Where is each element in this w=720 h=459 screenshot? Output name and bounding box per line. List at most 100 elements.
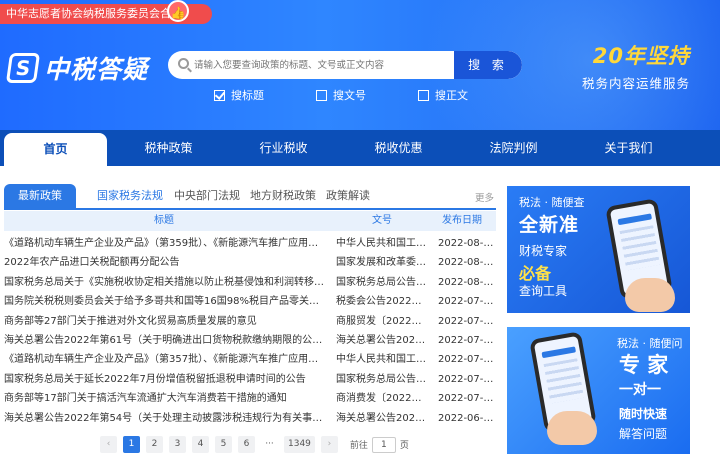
row-title[interactable]: 2022年农产品进口关税配额再分配公告: [4, 253, 326, 272]
logo[interactable]: S 中税答疑: [5, 50, 149, 86]
nav-home[interactable]: 首页: [4, 133, 107, 166]
row-docno: 国家税务总局公告20...: [336, 276, 426, 288]
ad2-line2: 专 家: [619, 353, 669, 377]
policy-tabs: 最新政策 国家税务法规 中央部门法规 地方财税政策 政策解读 更多: [4, 184, 496, 210]
row-title[interactable]: 国家税务总局关于《实施税收协定相关措施以防止税基侵蚀和利润转移的多边...: [4, 273, 326, 292]
check-docno-label: 搜文号: [333, 89, 366, 102]
ad1-line3: 财税专家: [519, 244, 568, 258]
checkbox-checked-icon[interactable]: [214, 89, 225, 101]
table-header: 标题 文号 发布日期: [4, 211, 496, 231]
goto-page-input[interactable]: 1: [371, 436, 396, 453]
row-title[interactable]: 国家税务总局关于延长2022年7月份增值税留抵退税申请时间的公告: [4, 370, 326, 389]
search-input[interactable]: [194, 51, 454, 79]
check-title-label: 搜标题: [231, 89, 264, 102]
logo-text: 中税答疑: [44, 55, 149, 84]
hand-icon: [547, 411, 597, 445]
col-date: 发布日期: [442, 215, 482, 226]
row-title[interactable]: 《道路机动车辆生产企业及产品》（第357批）、《新能源汽车推广应用推荐...: [4, 350, 326, 369]
ad2-line3: 一对一: [619, 382, 661, 398]
page-5[interactable]: 5: [215, 436, 232, 453]
table-row[interactable]: 商务部等27部门关于推进对外文化贸易高质量发展的意见 商服贸发〔2022〕1..…: [4, 312, 496, 331]
nav-tax-incentives[interactable]: 税收优惠: [341, 130, 456, 166]
checkbox-icon[interactable]: [418, 89, 429, 101]
pagination: ‹ 1 2 3 4 5 6 ··· 1349 › 前往 1 页: [100, 436, 409, 453]
nav-industry-tax[interactable]: 行业税收: [226, 130, 341, 166]
check-body-label: 搜正文: [435, 89, 468, 102]
row-docno: 海关总署公告2022...: [336, 334, 426, 346]
row-date: 2022-07-08: [438, 354, 496, 366]
thumbs-up-icon: 👍: [167, 0, 189, 22]
page-4[interactable]: 4: [192, 436, 209, 453]
ad2-line4: 随时快速: [619, 407, 668, 421]
row-title[interactable]: 海关总署公告2022年第54号（关于处理主动披露涉税违规行为有关事项的公...: [4, 409, 326, 428]
ad-expert-qa[interactable]: 税法 · 随便问 专 家 一对一 随时快速 解答问题: [507, 327, 690, 454]
table-row[interactable]: 国家税务总局关于延长2022年7月份增值税留抵退税申请时间的公告 国家税务总局公…: [4, 370, 496, 389]
nav-about[interactable]: 关于我们: [571, 130, 686, 166]
next-page-button[interactable]: ›: [320, 436, 338, 453]
check-title[interactable]: 搜标题: [214, 87, 264, 103]
slogan-small: 税务内容运维服务: [581, 76, 690, 91]
row-docno: 海关总署公告2022...: [336, 412, 426, 424]
row-docno: 国家税务总局公告20...: [336, 373, 426, 385]
table-row[interactable]: 国务院关税税则委员会关于给予多哥共和国等16国98%税目产品零关税待遇... 税…: [4, 292, 496, 311]
page-6[interactable]: 6: [238, 436, 255, 453]
table-row[interactable]: 海关总署公告2022年第54号（关于处理主动披露涉税违规行为有关事项的公... …: [4, 409, 496, 428]
row-title[interactable]: 国务院关税税则委员会关于给予多哥共和国等16国98%税目产品零关税待遇...: [4, 292, 326, 311]
main-nav: 首页 税种政策 行业税收 税收优惠 法院判例 关于我们: [0, 130, 720, 166]
tab-interpretation[interactable]: 政策解读: [326, 184, 370, 208]
tab-national-tax[interactable]: 国家税务法规: [97, 184, 163, 208]
nav-court-cases[interactable]: 法院判例: [456, 130, 571, 166]
row-docno: 国家发展和改革委员...: [336, 257, 426, 269]
header-banner: 中华志愿者协会纳税服务委员会合作 👍 S 中税答疑 搜 索 搜标题 搜文号 搜正…: [0, 0, 720, 130]
ad2-line5: 解答问题: [619, 427, 668, 441]
page-ellipsis[interactable]: ···: [261, 436, 278, 453]
row-date: 2022-07-15: [438, 334, 496, 346]
table-row[interactable]: 2022年农产品进口关税配额再分配公告 国家发展和改革委员... 2022-08…: [4, 253, 496, 272]
check-docno[interactable]: 搜文号: [316, 87, 366, 103]
search-bar: 搜 索: [168, 51, 522, 79]
row-title[interactable]: 海关总署公告2022年第61号（关于明确进出口货物税款缴纳期限的公告）: [4, 331, 326, 350]
page-2[interactable]: 2: [146, 436, 163, 453]
search-button[interactable]: 搜 索: [454, 51, 522, 79]
row-docno: 中华人民共和国工业...: [336, 354, 426, 366]
logo-s-icon: S: [5, 53, 41, 83]
page-1[interactable]: 1: [123, 436, 140, 453]
table-row[interactable]: 国家税务总局关于《实施税收协定相关措施以防止税基侵蚀和利润转移的多边... 国家…: [4, 273, 496, 292]
ad1-line5: 查询工具: [519, 284, 568, 298]
tab-central-dept[interactable]: 中央部门法规: [174, 184, 240, 208]
page-3[interactable]: 3: [169, 436, 186, 453]
ad1-line1: 税法 · 随便查: [519, 196, 585, 209]
table-row[interactable]: 《道路机动车辆生产企业及产品》（第357批）、《新能源汽车推广应用推荐... 中…: [4, 350, 496, 369]
col-docno: 文号: [372, 215, 392, 226]
table-row[interactable]: 海关总署公告2022年第61号（关于明确进出口货物税款缴纳期限的公告） 海关总署…: [4, 331, 496, 350]
tab-latest[interactable]: 最新政策: [4, 184, 76, 208]
row-title[interactable]: 商务部等27部门关于推进对外文化贸易高质量发展的意见: [4, 312, 326, 331]
tab-local[interactable]: 地方财税政策: [250, 184, 316, 208]
page-last[interactable]: 1349: [284, 436, 315, 453]
hand-icon: [625, 278, 675, 312]
ad-tax-query[interactable]: 税法 · 随便查 全新准 财税专家 必备 查询工具: [507, 186, 690, 313]
goto-label: 前往: [349, 441, 368, 451]
nav-tax-policy[interactable]: 税种政策: [111, 130, 226, 166]
row-date: 2022-07-22: [438, 296, 496, 308]
ad1-line2: 全新准: [519, 214, 580, 236]
row-docno: 中华人民共和国工业...: [336, 238, 426, 249]
row-date: 2022-08-01: [438, 276, 496, 288]
checkbox-icon[interactable]: [316, 89, 327, 101]
row-docno: 商消费发〔2022〕9...: [336, 393, 426, 405]
more-link[interactable]: 更多: [475, 190, 494, 204]
row-docno: 税委会公告2022年...: [336, 296, 426, 308]
row-title[interactable]: 商务部等17部门关于搞活汽车流通扩大汽车消费若干措施的通知: [4, 389, 326, 408]
ad1-line4: 必备: [519, 264, 552, 283]
search-icon: [178, 58, 189, 69]
check-body[interactable]: 搜正文: [418, 87, 468, 103]
page-unit: 页: [399, 441, 409, 451]
table-row[interactable]: 商务部等17部门关于搞活汽车流通扩大汽车消费若干措施的通知 商消费发〔2022〕…: [4, 389, 496, 408]
table-row[interactable]: 《道路机动车辆生产企业及产品》（第359批）、《新能源汽车推广应用推荐... 中…: [4, 234, 496, 253]
row-title[interactable]: 《道路机动车辆生产企业及产品》（第359批）、《新能源汽车推广应用推荐...: [4, 234, 326, 253]
row-date: 2022-06-30: [438, 412, 496, 424]
prev-page-button[interactable]: ‹: [100, 436, 117, 453]
policy-list: 《道路机动车辆生产企业及产品》（第359批）、《新能源汽车推广应用推荐... 中…: [4, 234, 496, 428]
slogan-big: 20年坚持: [592, 44, 690, 68]
row-date: 2022-07-18: [438, 315, 496, 327]
